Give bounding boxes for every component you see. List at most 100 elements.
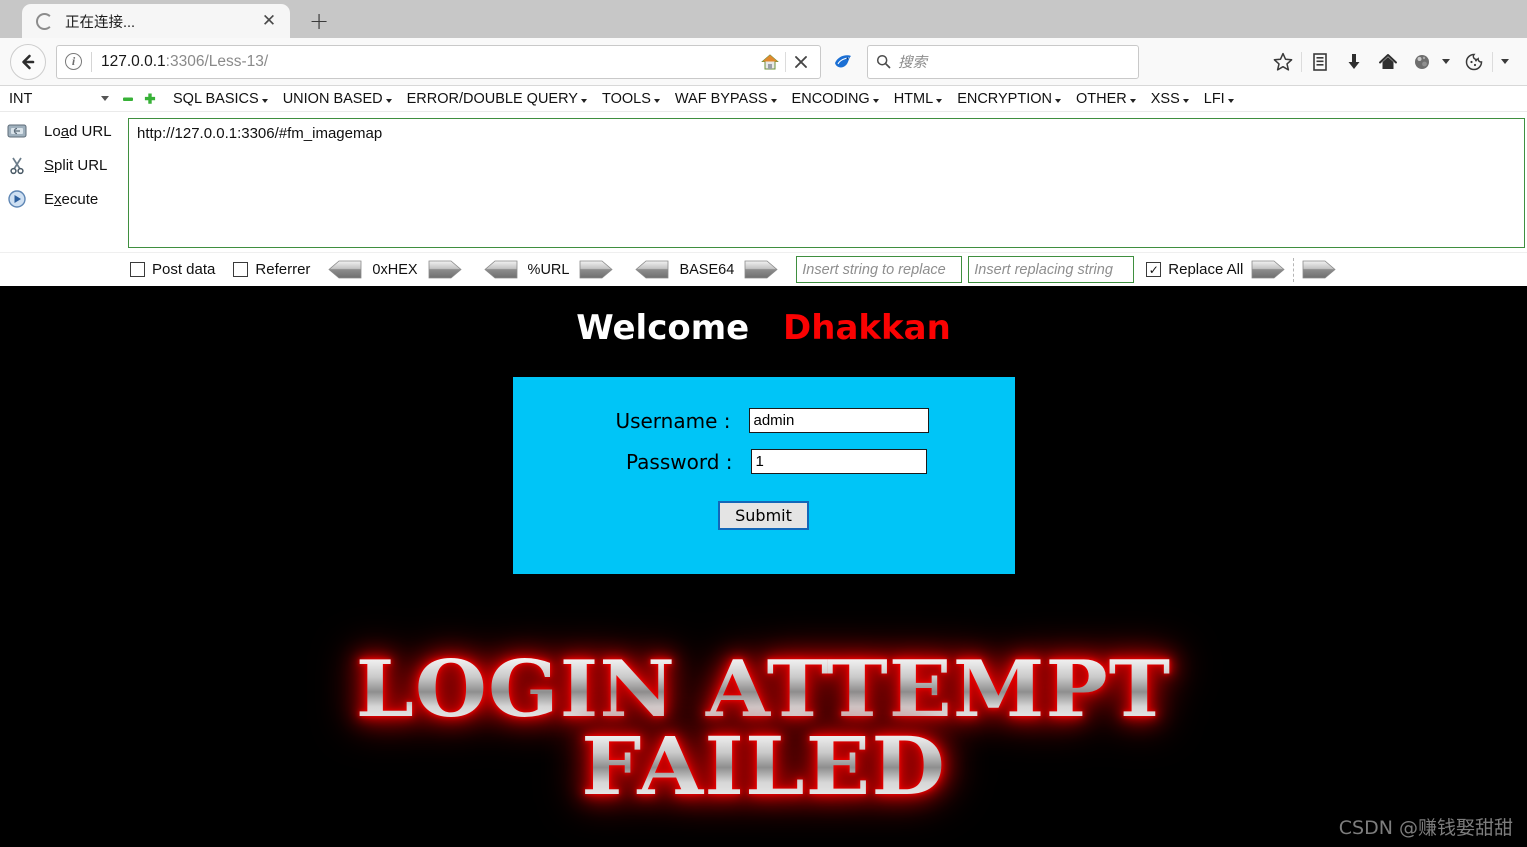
encode-arrow-right-icon[interactable]: [579, 260, 614, 279]
load-url-label: Load URL: [44, 122, 112, 140]
menu-label: XSS: [1150, 90, 1180, 107]
chevron-down-icon: [101, 96, 109, 101]
browser-window: 正在连接... ✕ + i 127.0.0.1:3306/Less-13/ 搜索…: [0, 0, 1527, 286]
referrer-checkbox[interactable]: Referrer: [233, 261, 310, 278]
menu-item-union-based[interactable]: UNION BASED: [283, 91, 392, 107]
menu-item-waf-bypass[interactable]: WAF BYPASS: [675, 91, 777, 107]
caret-icon: [770, 98, 777, 103]
request-textarea[interactable]: http://127.0.0.1:3306/#fm_imagemap: [128, 118, 1525, 248]
search-input[interactable]: 搜索: [898, 51, 927, 72]
username-row: Username : admin: [513, 377, 1015, 433]
toolbar-divider: [1301, 51, 1302, 72]
back-button[interactable]: [10, 43, 46, 80]
checkbox-box: ✓: [1146, 262, 1162, 277]
globe-icon[interactable]: [1406, 46, 1438, 78]
type-select[interactable]: INT: [2, 88, 114, 109]
download-icon[interactable]: [1338, 46, 1370, 78]
cookie-icon[interactable]: [1458, 46, 1490, 78]
menu-label: WAF BYPASS: [674, 90, 768, 107]
checkbox-box: [233, 262, 249, 277]
toolbar-divider: [1293, 257, 1295, 282]
menu-label: HTML: [893, 90, 934, 107]
back-arrow-icon: [22, 54, 35, 69]
chevron-down-icon[interactable]: [1501, 59, 1509, 64]
home-icon[interactable]: [1372, 46, 1404, 78]
replace-arrow-right-icon[interactable]: [1251, 260, 1285, 279]
password-label: Password :: [625, 449, 733, 474]
decode-arrow-left-icon[interactable]: [635, 260, 669, 279]
plus-icon[interactable]: [142, 91, 158, 107]
welcome-text: Welcome: [576, 308, 750, 348]
navigation-toolbar: i 127.0.0.1:3306/Less-13/ 搜索: [0, 38, 1527, 86]
menu-item-error-double-query[interactable]: ERROR/DOUBLE QUERY: [407, 91, 587, 107]
url-path: :3306/Less-13/: [165, 52, 269, 70]
encode-arrow-right-icon[interactable]: [744, 260, 778, 279]
menu-item-xss[interactable]: XSS: [1151, 91, 1189, 107]
menu-label: LFI: [1203, 90, 1225, 107]
close-icon[interactable]: ✕: [258, 10, 280, 32]
menu-item-tools[interactable]: TOOLS: [602, 91, 660, 107]
replace-all-arrow-right-icon[interactable]: [1302, 260, 1336, 279]
loading-spinner-icon: [36, 12, 53, 30]
url-bar[interactable]: i 127.0.0.1:3306/Less-13/: [56, 44, 821, 79]
toolbar-divider: [1492, 51, 1493, 72]
watermark: CSDN @赚钱娶甜甜: [1338, 817, 1513, 839]
menu-label: OTHER: [1076, 90, 1127, 107]
menu-item-lfi[interactable]: LFI: [1204, 91, 1234, 107]
library-icon[interactable]: [1304, 46, 1336, 78]
password-input[interactable]: 1: [750, 449, 927, 474]
info-icon[interactable]: i: [65, 53, 82, 70]
type-select-value: INT: [9, 90, 33, 107]
submit-button[interactable]: Submit: [718, 501, 809, 530]
base64-label: BASE64: [679, 261, 735, 278]
browser-tab[interactable]: 正在连接... ✕: [22, 4, 290, 38]
load-url-button[interactable]: Load URL: [0, 118, 128, 144]
menu-label: ENCRYPTION: [957, 90, 1052, 107]
replace-to-input[interactable]: Insert replacing string: [968, 256, 1135, 283]
menu-item-sql-basics[interactable]: SQL BASICS: [173, 91, 268, 107]
caret-icon: [385, 98, 392, 103]
menu-item-other[interactable]: OTHER: [1076, 91, 1136, 107]
replace-from-input[interactable]: Insert string to replace: [796, 256, 963, 283]
hackbar-body: Load URL Split URL Execute http://127.0.…: [0, 112, 1527, 252]
search-bar[interactable]: 搜索: [867, 44, 1139, 79]
star-icon[interactable]: [1267, 46, 1299, 78]
minus-icon[interactable]: [120, 91, 136, 107]
decode-arrow-left-icon[interactable]: [328, 260, 362, 279]
tab-strip: 正在连接... ✕ +: [0, 0, 1527, 38]
stop-icon[interactable]: [786, 47, 816, 77]
encode-arrow-right-icon[interactable]: [428, 260, 462, 279]
bird-icon[interactable]: [827, 46, 859, 78]
menu-label: ERROR/DOUBLE QUERY: [406, 90, 578, 107]
post-data-label: Post data: [152, 261, 216, 278]
url-bar-icons: [755, 47, 816, 77]
url-label: %URL: [527, 261, 570, 278]
replace-all-label: Replace All: [1168, 261, 1244, 278]
menu-item-encoding[interactable]: ENCODING: [792, 91, 879, 107]
hackbar-menu-row: INT SQL BASICS UNION BASED ERROR/DOUBLE …: [0, 86, 1527, 112]
caret-icon: [653, 98, 660, 103]
caret-icon: [1182, 98, 1189, 103]
checkbox-box: [130, 262, 145, 277]
username-input[interactable]: admin: [748, 408, 929, 433]
split-url-button[interactable]: Split URL: [0, 152, 128, 178]
menu-item-encryption[interactable]: ENCRYPTION: [957, 91, 1061, 107]
hackbar-side-buttons: Load URL Split URL Execute: [0, 112, 128, 252]
menu-label: UNION BASED: [282, 90, 383, 107]
scissors-icon: [10, 157, 24, 175]
fail-line-1: LOGIN ATTEMPT: [0, 651, 1527, 728]
welcome-username: Dhakkan: [783, 308, 951, 348]
replace-from-placeholder: Insert string to replace: [802, 261, 946, 278]
new-tab-button[interactable]: +: [306, 7, 332, 35]
execute-button[interactable]: Execute: [0, 186, 128, 212]
home-icon[interactable]: [755, 47, 785, 77]
referrer-label: Referrer: [255, 261, 311, 278]
page-title: Welcome Dhakkan: [0, 286, 1527, 348]
chevron-down-icon[interactable]: [1442, 59, 1450, 64]
search-icon: [876, 54, 891, 69]
decode-arrow-left-icon[interactable]: [483, 260, 518, 279]
post-data-checkbox[interactable]: Post data: [130, 261, 215, 278]
menu-item-html[interactable]: HTML: [893, 90, 943, 107]
replace-all-checkbox[interactable]: ✓ Replace All: [1146, 261, 1243, 278]
login-failed-image: LOGIN ATTEMPT FAILED: [0, 651, 1527, 806]
